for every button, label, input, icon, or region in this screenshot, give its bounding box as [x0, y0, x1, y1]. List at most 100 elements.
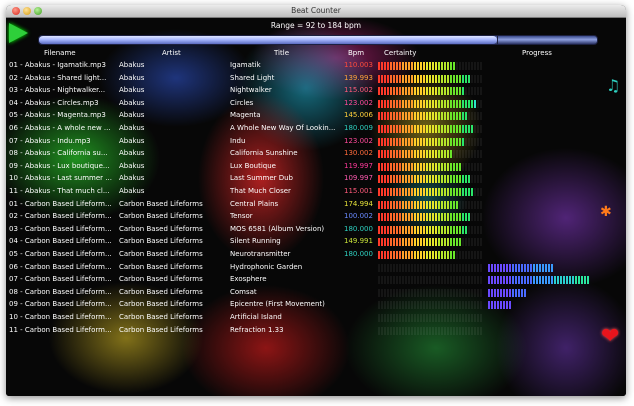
- certainty-tick: [420, 288, 422, 297]
- certainty-tick: [477, 87, 479, 96]
- certainty-tick: [468, 200, 470, 209]
- track-row[interactable]: 02 - Carbon Based Lifeform... Carbon Base…: [6, 211, 626, 223]
- track-row[interactable]: 08 - Carbon Based Lifeform... Carbon Base…: [6, 287, 626, 299]
- certainty-tick: [438, 175, 440, 184]
- bpm-cell: 180.000: [344, 250, 373, 258]
- certainty-tick: [390, 99, 392, 108]
- certainty-tick: [405, 326, 407, 335]
- music-note-icon[interactable]: ♫: [606, 76, 620, 95]
- track-row[interactable]: 11 - Carbon Based Lifeform... Carbon Base…: [6, 325, 626, 337]
- certainty-tick: [396, 188, 398, 196]
- certainty-tick: [435, 150, 437, 159]
- track-row[interactable]: 07 - Carbon Based Lifeform... Carbon Base…: [6, 274, 626, 286]
- certainty-tick: [414, 314, 416, 322]
- filename-cell: 11 - Carbon Based Lifeform...: [9, 325, 112, 334]
- certainty-tick: [456, 288, 458, 297]
- certainty-tick: [399, 175, 401, 184]
- certainty-tick: [450, 87, 452, 96]
- certainty-tick: [462, 150, 464, 159]
- track-row[interactable]: 03 - Abakus - Nightwalker... Abakus Nightw…: [6, 85, 626, 97]
- certainty-tick: [450, 112, 452, 121]
- certainty-tick: [453, 150, 455, 159]
- certainty-tick: [387, 125, 389, 133]
- track-row[interactable]: 09 - Abakus - Lux boutique... Abakus Lux B…: [6, 161, 626, 173]
- certainty-tick: [393, 288, 395, 297]
- progress-tick: [521, 263, 523, 272]
- certainty-tick: [399, 162, 401, 171]
- certainty-tick: [441, 125, 443, 133]
- column-header-title[interactable]: Title: [274, 49, 289, 57]
- track-row[interactable]: 05 - Carbon Based Lifeform... Carbon Base…: [6, 249, 626, 261]
- certainty-tick: [414, 238, 416, 247]
- certainty-tick: [456, 251, 458, 259]
- certainty-tick: [399, 87, 401, 96]
- certainty-tick: [456, 175, 458, 184]
- progress-tick: [488, 263, 490, 272]
- certainty-tick: [468, 225, 470, 234]
- track-row[interactable]: 09 - Carbon Based Lifeform... Carbon Base…: [6, 299, 626, 311]
- certainty-tick: [468, 326, 470, 335]
- certainty-tick: [417, 62, 419, 70]
- certainty-tick: [432, 263, 434, 272]
- column-header-progress[interactable]: Progress: [522, 49, 552, 57]
- track-row[interactable]: 07 - Abakus - Indu.mp3 Abakus Indu 123.002: [6, 136, 626, 148]
- certainty-tick: [468, 175, 470, 184]
- certainty-tick: [471, 175, 473, 184]
- certainty-tick: [402, 74, 404, 83]
- certainty-tick: [459, 162, 461, 171]
- certainty-tick: [390, 314, 392, 322]
- certainty-tick: [474, 87, 476, 96]
- track-row[interactable]: 08 - Abakus - California su... Abakus Cali…: [6, 148, 626, 160]
- progress-tick: [494, 301, 496, 310]
- certainty-tick: [378, 74, 380, 83]
- title-bar[interactable]: Beat Counter: [6, 5, 626, 18]
- track-row[interactable]: 04 - Carbon Based Lifeform... Carbon Base…: [6, 236, 626, 248]
- certainty-tick: [432, 188, 434, 196]
- certainty-tick: [462, 225, 464, 234]
- certainty-tick: [390, 251, 392, 259]
- heart-icon[interactable]: ❤: [601, 324, 619, 349]
- gear-icon[interactable]: ✱: [600, 204, 612, 220]
- progress-tick: [512, 263, 514, 272]
- certainty-tick: [405, 99, 407, 108]
- certainty-tick: [477, 125, 479, 133]
- track-row[interactable]: 03 - Carbon Based Lifeform... Carbon Base…: [6, 224, 626, 236]
- certainty-tick: [465, 188, 467, 196]
- certainty-tick: [459, 326, 461, 335]
- certainty-tick: [417, 87, 419, 96]
- certainty-tick: [396, 225, 398, 234]
- column-header-artist[interactable]: Artist: [162, 49, 181, 57]
- certainty-tick: [465, 74, 467, 83]
- certainty-tick: [393, 188, 395, 196]
- certainty-tick: [402, 175, 404, 184]
- certainty-tick: [402, 314, 404, 322]
- track-row[interactable]: 02 - Abakus - Shared light... Abakus Share…: [6, 73, 626, 85]
- artist-cell: Carbon Based Lifeforms: [119, 237, 203, 246]
- certainty-tick: [417, 137, 419, 146]
- certainty-tick: [471, 326, 473, 335]
- track-row[interactable]: 06 - Abakus - A whole new ... Abakus A Who…: [6, 123, 626, 135]
- track-row[interactable]: 06 - Carbon Based Lifeform... Carbon Base…: [6, 262, 626, 274]
- certainty-tick: [471, 276, 473, 285]
- certainty-tick: [378, 62, 380, 70]
- track-row[interactable]: 10 - Carbon Based Lifeform... Carbon Base…: [6, 312, 626, 324]
- certainty-tick: [408, 251, 410, 259]
- track-row[interactable]: 04 - Abakus - Circles.mp3 Abakus Circles 12…: [6, 98, 626, 110]
- certainty-tick: [396, 301, 398, 310]
- progress-tick: [578, 276, 580, 285]
- track-row[interactable]: 10 - Abakus - Last summer ... Abakus Last …: [6, 173, 626, 185]
- certainty-tick: [447, 251, 449, 259]
- track-row[interactable]: 05 - Abakus - Magenta.mp3 Abakus Magenta 14…: [6, 110, 626, 122]
- certainty-tick: [477, 238, 479, 247]
- certainty-tick: [417, 188, 419, 196]
- certainty-tick: [474, 200, 476, 209]
- column-header-filename[interactable]: Filename: [44, 49, 76, 57]
- column-header-bpm[interactable]: Bpm: [348, 49, 364, 57]
- certainty-tick: [426, 62, 428, 70]
- column-header-certainty[interactable]: Certainty: [384, 49, 416, 57]
- track-row[interactable]: 11 - Abakus - That much cl... Abakus That …: [6, 186, 626, 198]
- progress-tick: [572, 276, 574, 285]
- track-row[interactable]: 01 - Carbon Based Lifeform... Carbon Base…: [6, 199, 626, 211]
- progress-tick: [491, 301, 493, 310]
- track-row[interactable]: 01 - Abakus - Igamatik.mp3 Abakus Igamatik…: [6, 60, 626, 72]
